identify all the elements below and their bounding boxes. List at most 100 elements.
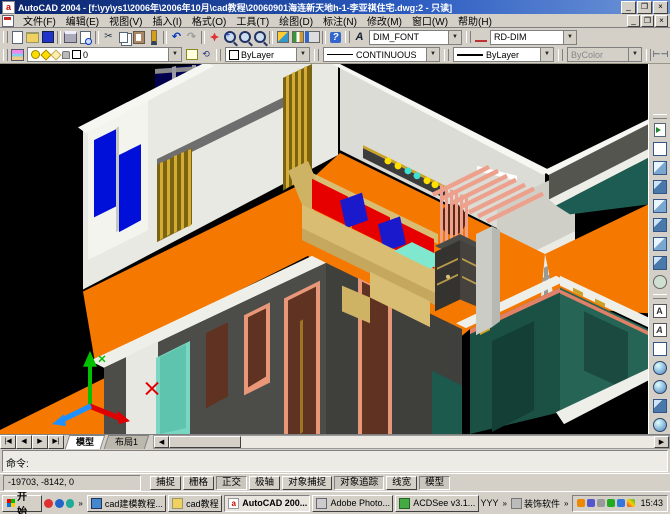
chevron-down-icon[interactable]: ▼ <box>563 31 576 44</box>
redo-icon[interactable]: ↷ <box>184 30 199 44</box>
scrollbar-thumb[interactable] <box>169 436 241 448</box>
save-icon[interactable] <box>40 30 55 44</box>
make-layer-current-icon[interactable] <box>184 48 199 62</box>
tray-icon-3[interactable] <box>597 499 605 507</box>
ortho-toggle[interactable]: 正交 <box>216 476 247 490</box>
menu-dimension[interactable]: 标注(N) <box>318 13 362 28</box>
3d-orbit-icon[interactable] <box>651 272 669 291</box>
toolbar-grip[interactable] <box>653 114 667 119</box>
task-autocad[interactable]: a AutoCAD 200... <box>224 495 310 512</box>
tray-icon-2[interactable] <box>587 499 595 507</box>
menu-help[interactable]: 帮助(H) <box>453 13 497 28</box>
tab-next-button[interactable]: ▶ <box>32 435 48 449</box>
otrack-toggle[interactable]: 对象追踪 <box>334 476 384 490</box>
menu-tools[interactable]: 工具(T) <box>231 13 274 28</box>
toolbar-overflow-icon[interactable]: » <box>562 499 570 508</box>
doc-close-button[interactable]: × <box>655 15 668 27</box>
toolbar-grip[interactable] <box>3 31 8 43</box>
quick-launch-overflow-icon[interactable]: » <box>76 499 84 508</box>
doc-restore-button[interactable]: ❐ <box>641 15 654 27</box>
command-line[interactable]: 命令: <box>2 450 668 472</box>
tray-icon-4[interactable] <box>607 499 615 507</box>
minimize-button[interactable]: _ <box>621 1 636 14</box>
tab-prev-button[interactable]: ◀ <box>16 435 32 449</box>
render-materials-icon[interactable] <box>651 358 669 377</box>
plot-icon[interactable] <box>63 30 78 44</box>
zoom-window-icon[interactable] <box>237 30 252 44</box>
shade-3d-wireframe-icon[interactable] <box>651 159 669 178</box>
render-fog-icon[interactable] <box>651 415 669 434</box>
toolbar-grip[interactable] <box>558 49 563 61</box>
shade-gouraud-icon[interactable] <box>651 216 669 235</box>
help-icon[interactable]: ? <box>328 30 343 44</box>
cut-icon[interactable]: ✂ <box>101 30 116 44</box>
designcenter-icon[interactable] <box>290 30 305 44</box>
zoom-previous-icon[interactable] <box>252 30 267 44</box>
match-properties-icon[interactable] <box>146 30 161 44</box>
taskbar-toolbar-yyy[interactable]: YYY <box>481 498 499 508</box>
open-icon[interactable] <box>25 30 40 44</box>
toolbar-overflow-icon[interactable]: » <box>501 499 509 508</box>
task-cad-folder[interactable]: cad教程 <box>168 495 222 512</box>
chevron-down-icon[interactable]: ▼ <box>426 48 439 61</box>
text-style-combo[interactable]: DIM_FONT ▼ <box>369 30 462 45</box>
shade-flat-edges-icon[interactable] <box>651 235 669 254</box>
tray-icon-1[interactable] <box>577 499 585 507</box>
doc-minimize-button[interactable]: _ <box>627 15 640 27</box>
restore-button[interactable]: ❐ <box>637 1 652 14</box>
quick-launch-icon-2[interactable] <box>55 499 64 508</box>
menu-modify[interactable]: 修改(M) <box>362 13 407 28</box>
toolbar-grip[interactable] <box>216 49 221 61</box>
lineweight-combo[interactable]: ByLayer ▼ <box>453 47 554 62</box>
zoom-realtime-icon[interactable] <box>222 30 237 44</box>
dim-style-combo[interactable]: RD-DIM ▼ <box>490 30 577 45</box>
tray-icon-6[interactable] <box>627 499 635 507</box>
chevron-down-icon[interactable]: ▼ <box>540 48 553 61</box>
plot-preview-icon[interactable] <box>78 30 93 44</box>
render-mapping-icon[interactable] <box>651 377 669 396</box>
osnap-toggle[interactable]: 对象捕捉 <box>282 476 332 490</box>
layer-combo[interactable]: 0 ▼ <box>27 47 182 62</box>
layer-manager-icon[interactable] <box>10 48 25 62</box>
start-button[interactable]: 开始 <box>2 495 42 512</box>
tab-last-button[interactable]: ▶| <box>48 435 64 449</box>
tool-palettes-icon[interactable] <box>305 30 320 44</box>
toolbar-grip[interactable] <box>646 49 651 61</box>
chevron-down-icon[interactable]: ▼ <box>296 48 309 61</box>
render-background-icon[interactable] <box>651 396 669 415</box>
polar-toggle[interactable]: 极轴 <box>249 476 280 490</box>
taskbar-toolbar-deco[interactable]: 装饰软件 <box>524 497 560 510</box>
task-photoshop[interactable]: Adobe Photo... <box>312 495 393 512</box>
menu-insert[interactable]: 插入(I) <box>147 13 186 28</box>
shade-flat-icon[interactable] <box>651 197 669 216</box>
tray-icon-5[interactable] <box>617 499 625 507</box>
color-combo[interactable]: ByLayer ▼ <box>225 47 310 62</box>
render-scenes-icon[interactable]: A <box>651 320 669 339</box>
shade-gouraud-edges-icon[interactable] <box>651 254 669 273</box>
menu-draw[interactable]: 绘图(D) <box>274 13 318 28</box>
grid-toggle[interactable]: 栅格 <box>183 476 214 490</box>
close-button[interactable]: × <box>653 1 668 14</box>
render-lights-icon[interactable] <box>651 339 669 358</box>
toolbar-grip[interactable] <box>444 49 449 61</box>
quick-launch-icon-1[interactable] <box>44 499 53 508</box>
horizontal-scrollbar[interactable]: ◀ ▶ <box>153 435 670 449</box>
toolbar-grip[interactable] <box>466 31 471 43</box>
tab-layout1[interactable]: 布局1 <box>104 435 150 449</box>
pan-icon[interactable] <box>207 30 222 44</box>
layer-previous-icon[interactable]: ⟲ <box>199 48 214 62</box>
quick-launch-icon-3[interactable] <box>66 499 75 508</box>
toolbar-grip[interactable] <box>653 294 667 299</box>
paste-icon[interactable] <box>131 30 146 44</box>
snap-toggle[interactable]: 捕捉 <box>150 476 181 490</box>
chevron-down-icon[interactable]: ▼ <box>448 31 461 44</box>
shade-hidden-icon[interactable] <box>651 178 669 197</box>
task-acdsee[interactable]: ACDSee v3.1... <box>395 495 478 512</box>
toolbar-grip[interactable] <box>314 49 319 61</box>
toolbar-grip[interactable] <box>345 31 350 43</box>
copy-icon[interactable] <box>116 30 131 44</box>
dim-style-icon[interactable] <box>473 30 488 44</box>
new-icon[interactable] <box>10 30 25 44</box>
chevron-down-icon[interactable]: ▼ <box>168 48 181 61</box>
menu-window[interactable]: 窗口(W) <box>407 13 453 28</box>
